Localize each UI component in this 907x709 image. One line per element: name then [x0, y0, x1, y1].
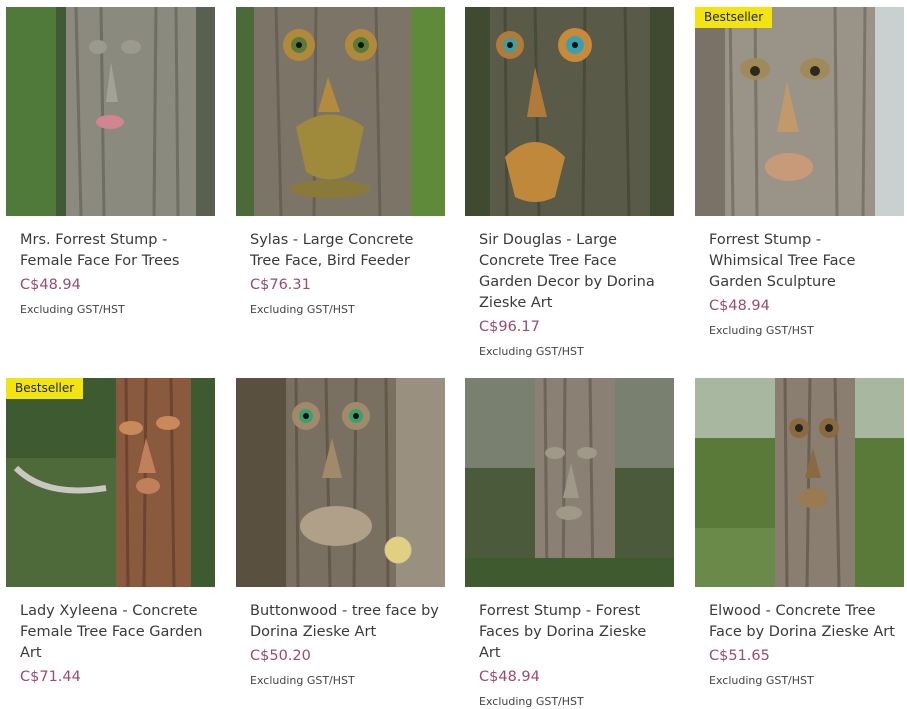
tax-note: Excluding GST/HST — [20, 303, 125, 316]
product-card[interactable]: Mrs. Forrest Stump - Female Face For Tre… — [6, 7, 215, 317]
product-title[interactable]: Elwood - Concrete Tree Face by Dorina Zi… — [709, 601, 899, 643]
product-price: C$48.94 — [20, 277, 81, 293]
product-title[interactable]: Sir Douglas - Large Concrete Tree Face G… — [479, 230, 669, 314]
product-grid: Mrs. Forrest Stump - Female Face For Tre… — [0, 0, 907, 708]
product-card[interactable]: Sylas - Large Concrete Tree Face, Bird F… — [236, 7, 445, 317]
tree-face-image — [465, 7, 674, 216]
product-title[interactable]: Mrs. Forrest Stump - Female Face For Tre… — [20, 230, 210, 272]
product-card[interactable]: Buttonwood - tree face by Dorina Zieske … — [236, 378, 445, 688]
tax-note: Excluding GST/HST — [250, 303, 355, 316]
product-image[interactable] — [695, 378, 904, 587]
tree-face-image — [465, 378, 674, 587]
tax-note: Excluding GST/HST — [709, 674, 814, 687]
product-price: C$48.94 — [479, 669, 540, 685]
product-price: C$71.44 — [20, 669, 81, 685]
product-image[interactable] — [236, 7, 445, 216]
bestseller-badge: Bestseller — [695, 7, 773, 28]
product-price: C$51.65 — [709, 648, 770, 664]
tax-note: Excluding GST/HST — [709, 324, 814, 337]
product-price: C$96.17 — [479, 319, 540, 335]
product-image[interactable]: Bestseller — [695, 7, 904, 216]
product-card[interactable]: Bestseller Lady Xyleena - Concrete Femal… — [6, 378, 215, 686]
product-image[interactable] — [6, 7, 215, 216]
product-image[interactable] — [465, 378, 674, 587]
product-image[interactable]: Bestseller — [6, 378, 215, 587]
product-price: C$50.20 — [250, 648, 311, 664]
product-price: C$48.94 — [709, 298, 770, 314]
tree-face-image — [236, 378, 445, 587]
tree-face-image — [695, 378, 904, 587]
product-card[interactable]: Sir Douglas - Large Concrete Tree Face G… — [465, 7, 674, 359]
tax-note: Excluding GST/HST — [479, 695, 584, 708]
product-title[interactable]: Lady Xyleena - Concrete Female Tree Face… — [20, 601, 210, 664]
tree-face-image — [695, 7, 904, 216]
bestseller-badge: Bestseller — [6, 378, 84, 399]
product-title[interactable]: Forrest Stump - Whimsical Tree Face Gard… — [709, 230, 899, 293]
product-title[interactable]: Buttonwood - tree face by Dorina Zieske … — [250, 601, 440, 643]
tree-face-image — [236, 7, 445, 216]
product-price: C$76.31 — [250, 277, 311, 293]
product-image[interactable] — [236, 378, 445, 587]
product-title[interactable]: Forrest Stump - Forest Faces by Dorina Z… — [479, 601, 669, 664]
tree-face-image — [6, 7, 215, 216]
product-card[interactable]: Bestseller Forrest Stump - Whimsical Tre… — [695, 7, 904, 338]
product-title[interactable]: Sylas - Large Concrete Tree Face, Bird F… — [250, 230, 440, 272]
product-card[interactable]: Elwood - Concrete Tree Face by Dorina Zi… — [695, 378, 904, 688]
tax-note: Excluding GST/HST — [250, 674, 355, 687]
tree-face-image — [6, 378, 215, 587]
product-image[interactable] — [465, 7, 674, 216]
product-card[interactable]: Forrest Stump - Forest Faces by Dorina Z… — [465, 378, 674, 709]
tax-note: Excluding GST/HST — [479, 345, 584, 358]
